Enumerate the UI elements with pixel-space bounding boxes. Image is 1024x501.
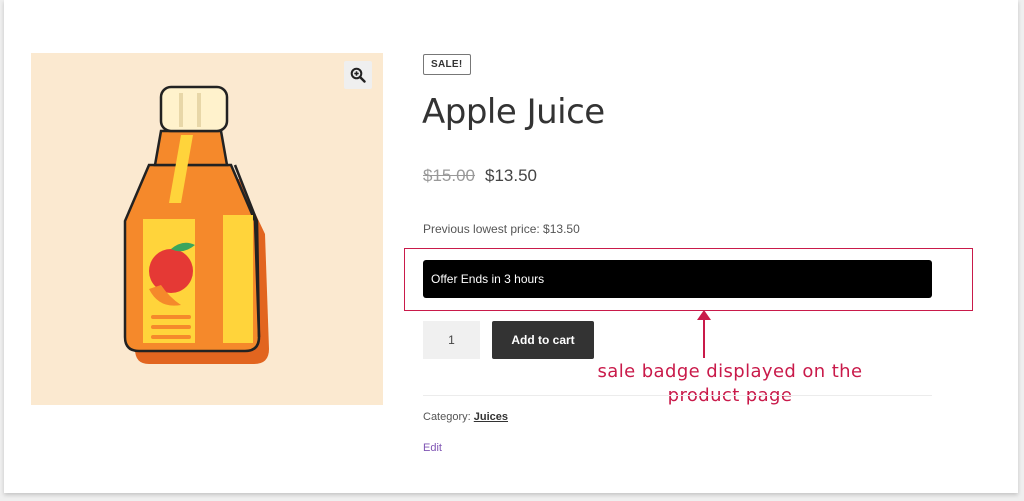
previous-lowest-price: Previous lowest price: $13.50 — [423, 222, 580, 236]
offer-countdown-bar: Offer Ends in 3 hours — [423, 260, 932, 298]
annotation-caption: sale badge displayed on the product page — [590, 360, 870, 408]
sale-price: $13.50 — [485, 166, 537, 185]
category-label: Category: — [423, 411, 471, 423]
product-category: Category: Juices — [423, 411, 508, 423]
old-price: $15.00 — [423, 166, 475, 185]
add-to-cart-button[interactable]: Add to cart — [492, 321, 594, 359]
annotation-line-1: sale badge displayed on the — [597, 361, 863, 382]
offer-text: Offer Ends in 3 hours — [431, 272, 545, 286]
juice-bottle-icon — [123, 85, 269, 364]
annotation-line-2: product page — [667, 385, 793, 406]
price-row: $15.00 $13.50 — [423, 166, 537, 186]
quantity-input[interactable] — [423, 321, 480, 359]
zoom-button[interactable] — [344, 61, 372, 89]
annotation-arrow-line — [703, 318, 705, 358]
category-link[interactable]: Juices — [474, 411, 508, 423]
product-title: Apple Juice — [422, 92, 605, 132]
edit-link[interactable]: Edit — [423, 442, 442, 454]
divider — [423, 395, 932, 396]
zoom-in-icon — [350, 67, 366, 83]
sale-badge: SALE! — [423, 54, 471, 75]
